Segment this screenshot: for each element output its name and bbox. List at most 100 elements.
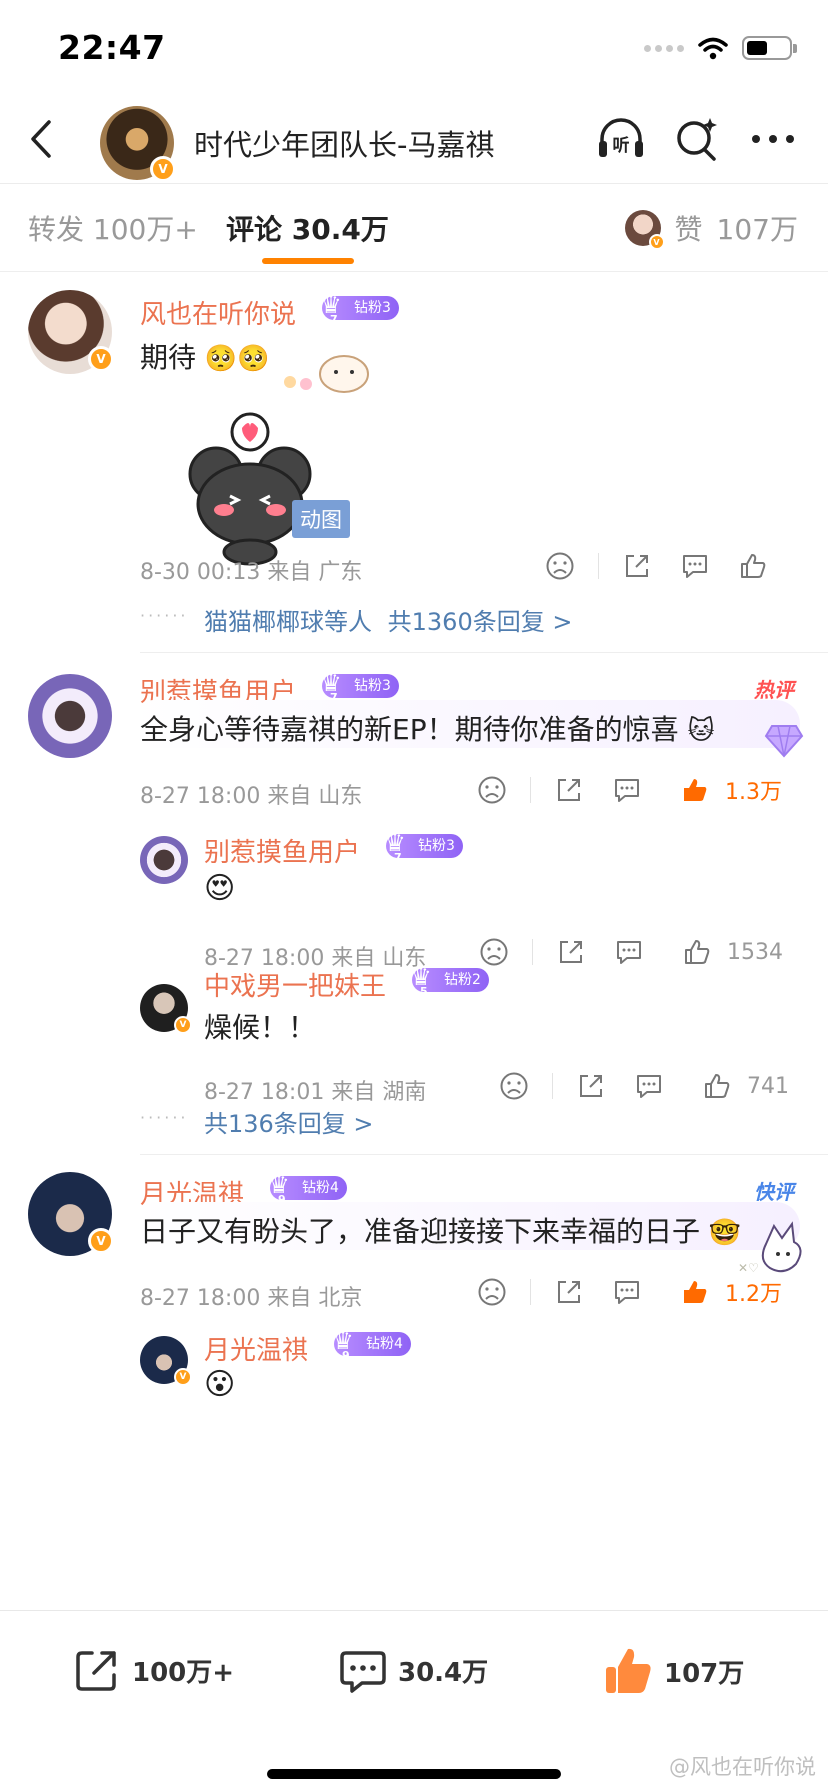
emoji-icon: 🥺 xyxy=(237,344,270,374)
like-count: 741 xyxy=(747,1073,789,1099)
author-avatar[interactable]: V xyxy=(100,106,176,182)
badge-label: 钻粉2 xyxy=(444,972,481,988)
reply-date: 8-27 18:01 xyxy=(204,1080,325,1105)
comment-location: 来自 广东 xyxy=(267,560,363,585)
comment-date: 8-27 18:00 xyxy=(140,1286,261,1311)
reply-avatar[interactable]: V xyxy=(140,984,192,1034)
like-count: 1.3万 xyxy=(725,780,782,805)
fan-badge[interactable]: ♛ 7 钻粉3 xyxy=(320,671,399,704)
comment-text: 日子又有盼头了，准备迎接接下来幸福的日子 🤓 xyxy=(140,1210,741,1250)
replies-count: 共1360条回复 > xyxy=(387,608,573,636)
more-button[interactable] xyxy=(748,114,798,164)
comment-meta: 8-30 00:13 来自 广东 xyxy=(140,554,362,586)
avatar[interactable]: V xyxy=(28,1172,114,1256)
reply-button[interactable] xyxy=(675,546,715,586)
reply-username[interactable]: 别惹摸鱼用户 xyxy=(204,832,360,869)
mouse-sticker-gif[interactable] xyxy=(176,412,336,572)
repost-button[interactable]: 100万+ xyxy=(72,1645,234,1695)
comment-meta: 8-27 18:00 来自 北京 xyxy=(140,1280,362,1312)
home-indicator[interactable] xyxy=(267,1769,561,1779)
like-count: 107万 xyxy=(664,1658,745,1689)
status-bar: 22:47 xyxy=(0,0,828,96)
comment-text-content: 全身心等待嘉祺的新EP！期待你准备的惊喜 xyxy=(140,713,679,746)
comment-actions: 1.2万 xyxy=(472,1272,782,1312)
comment-icon xyxy=(637,1075,661,1098)
back-button[interactable] xyxy=(16,114,66,164)
surprised-emoji-icon: 😮 xyxy=(204,1366,236,1402)
tab-comment-label: 评论 xyxy=(226,213,283,246)
reply-text: 😍 xyxy=(204,870,235,906)
share-button[interactable] xyxy=(551,932,591,972)
fan-badge[interactable]: ♛ 7 钻粉3 xyxy=(384,831,463,864)
reply-username[interactable]: 中戏男一把妹王 xyxy=(204,966,386,1003)
share-button[interactable] xyxy=(617,546,657,586)
comment-text: 全身心等待嘉祺的新EP！期待你准备的惊喜 🐱 xyxy=(140,708,715,748)
share-button[interactable] xyxy=(549,770,589,810)
reply-button[interactable] xyxy=(609,932,649,972)
dislike-button[interactable] xyxy=(472,1272,512,1312)
tab-repost[interactable]: 转发 100万+ xyxy=(28,208,198,248)
comment-date: 8-30 00:13 xyxy=(140,560,261,585)
share-icon xyxy=(580,1075,602,1097)
like-count: 1.2万 xyxy=(725,1282,782,1307)
reply-avatar[interactable]: V xyxy=(140,1336,192,1386)
view-replies-link[interactable]: 共136条回复 > xyxy=(204,1104,374,1139)
divider xyxy=(140,1154,828,1155)
verified-badge-icon: V xyxy=(88,1228,114,1254)
like-button[interactable] xyxy=(675,1272,715,1312)
badge-label: 钻粉3 xyxy=(354,678,391,694)
like-button[interactable] xyxy=(675,770,715,810)
tab-comment[interactable]: 评论 30.4万 xyxy=(226,208,389,248)
comment-location: 来自 山东 xyxy=(267,784,363,809)
badge-level: 9 xyxy=(342,1349,350,1362)
reply-button[interactable] xyxy=(629,1066,669,1106)
verified-badge-icon: V xyxy=(88,346,114,372)
like-button[interactable] xyxy=(697,1066,737,1106)
diamond-icon xyxy=(764,725,804,758)
dislike-button[interactable] xyxy=(472,770,512,810)
badge-level: 7 xyxy=(394,851,402,864)
share-button[interactable] xyxy=(549,1272,589,1312)
fan-badge[interactable]: ♛ 9 钻粉4 xyxy=(332,1329,411,1362)
dislike-icon xyxy=(478,1278,506,1306)
reply-dots: ······ xyxy=(140,1108,189,1127)
heart-eyes-emoji-icon: 😍 xyxy=(204,870,236,906)
reply-username[interactable]: 月光温祺 xyxy=(204,1330,308,1367)
verified-badge-icon: V xyxy=(174,1016,192,1034)
listen-button[interactable]: 听 xyxy=(596,114,646,164)
dislike-button[interactable] xyxy=(540,546,580,586)
dislike-button[interactable] xyxy=(474,932,514,972)
emoji-icon: 🥺 xyxy=(204,344,238,374)
status-time: 22:47 xyxy=(58,28,166,67)
fan-badge[interactable]: ♛ 5 钻粉2 xyxy=(410,965,489,998)
avatar[interactable]: V xyxy=(28,290,114,374)
like-button[interactable] xyxy=(733,546,773,586)
comment-button[interactable]: 30.4万 xyxy=(338,1645,488,1695)
username[interactable]: 风也在听你说 xyxy=(140,294,296,331)
comment-text: 期待 🥺🥺 xyxy=(140,336,270,376)
share-icon xyxy=(560,941,582,963)
hot-comment-tag: 热评 xyxy=(754,678,794,702)
reply-button[interactable] xyxy=(607,770,647,810)
fan-badge[interactable]: ♛ 7 钻粉3 xyxy=(320,293,399,326)
search-button[interactable] xyxy=(672,114,722,164)
like-button[interactable]: 107万 xyxy=(602,1645,744,1697)
comment-text-content: 期待 xyxy=(140,341,197,374)
share-button[interactable] xyxy=(571,1066,611,1106)
dislike-button[interactable] xyxy=(494,1066,534,1106)
reply-button[interactable] xyxy=(607,1272,647,1312)
comment-list[interactable]: V 风也在听你说 ♛ 7 钻粉3 期待 🥺🥺 动图 8-30 00:13 来自 … xyxy=(0,272,828,1610)
like-icon xyxy=(741,554,766,578)
view-replies-link[interactable]: 猫猫椰椰球等人 共1360条回复 > xyxy=(204,602,572,637)
tab-bar: 转发 100万+ 评论 30.4万 V 赞 107万 xyxy=(0,184,828,272)
more-icon xyxy=(752,135,794,143)
reply-dots: ······ xyxy=(140,606,189,625)
reply-meta: 8-27 18:01 来自 湖南 xyxy=(204,1074,426,1106)
fan-badge[interactable]: ♛ 9 钻粉4 xyxy=(268,1173,347,1206)
like-button[interactable] xyxy=(677,932,717,972)
reply-avatar[interactable] xyxy=(140,836,188,884)
avatar[interactable] xyxy=(28,674,112,758)
status-icons xyxy=(644,36,797,60)
tab-like[interactable]: V 赞 107万 xyxy=(624,208,798,250)
share-icon xyxy=(626,555,648,577)
